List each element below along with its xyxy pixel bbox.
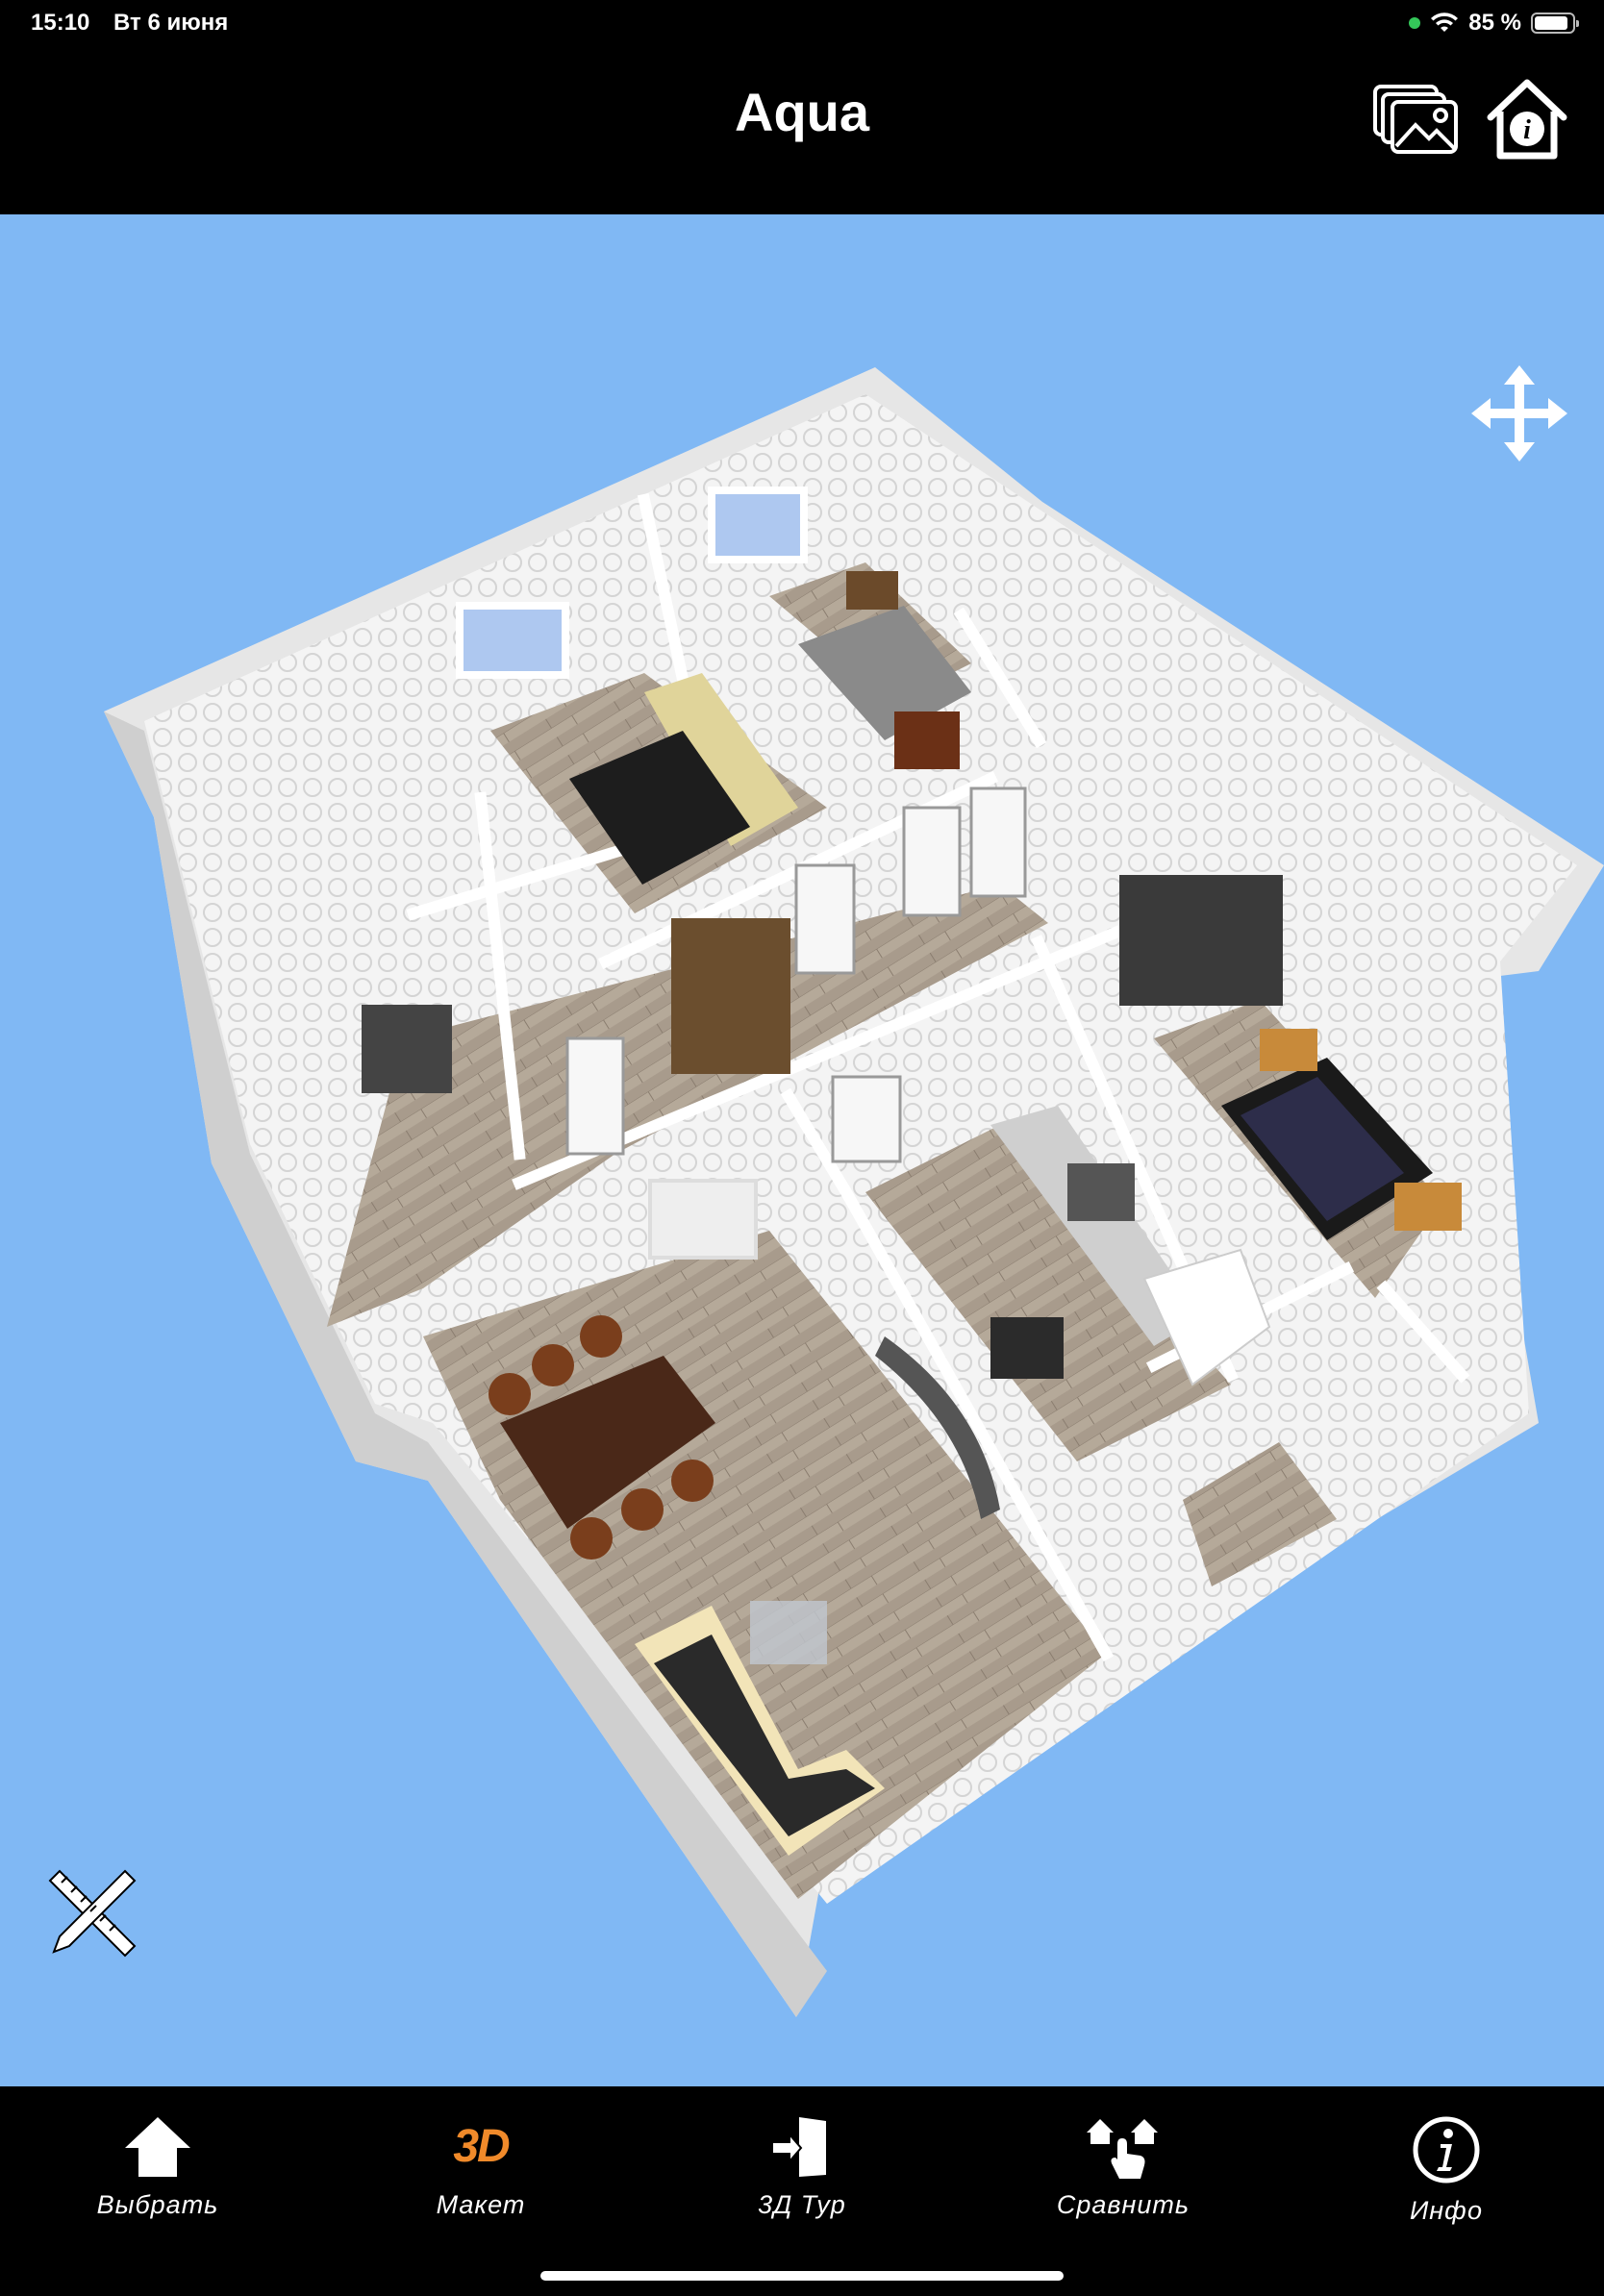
ruler-pencil-icon[interactable] [42, 1863, 142, 1963]
tab-3d-tour-label: 3Д Тур [758, 2190, 846, 2219]
status-right: 85 % [1409, 10, 1579, 37]
svg-text:i: i [1523, 115, 1531, 145]
home-indicator[interactable] [540, 2271, 1064, 2281]
compare-houses-icon [1087, 2119, 1158, 2179]
battery-percent: 85 % [1468, 10, 1521, 36]
tab-3d-tour[interactable]: 3Д Тур [687, 2115, 917, 2259]
gallery-icon[interactable] [1371, 73, 1464, 165]
info-icon [1413, 2116, 1480, 2184]
wardrobe [671, 918, 790, 1074]
camera-in-use-indicator [1409, 17, 1421, 29]
tab-select[interactable]: Выбрать [42, 2115, 273, 2259]
tab-layout-label: Макет [436, 2190, 526, 2219]
door-enter-icon [771, 2117, 826, 2177]
home-arrow-icon [125, 2117, 190, 2177]
3d-viewport[interactable] [0, 214, 1604, 2086]
tab-compare[interactable]: Сравнить [1008, 2115, 1239, 2259]
battery-icon [1531, 12, 1579, 34]
3d-floor-plan-model[interactable] [0, 214, 1604, 2086]
status-time: 15:10 [31, 10, 90, 36]
status-bar: 15:10 Вт 6 июня 85 % [0, 0, 1604, 46]
status-date: Вт 6 июня [113, 10, 229, 36]
bottom-tab-bar: Выбрать 3D Макет 3Д Тур Сравнить Инфо [0, 2086, 1604, 2296]
tab-info[interactable]: Инфо [1331, 2115, 1562, 2259]
tab-compare-label: Сравнить [1056, 2190, 1190, 2219]
wifi-icon [1431, 12, 1459, 32]
3d-icon: 3D [453, 2121, 510, 2172]
tab-layout-3d[interactable]: 3D Макет [365, 2115, 596, 2259]
tab-info-label: Инфо [1409, 2196, 1484, 2225]
page-title: Aqua [735, 82, 869, 142]
clothes-rack [362, 1005, 452, 1093]
move-arrows-icon[interactable] [1469, 363, 1569, 463]
tab-select-label: Выбрать [96, 2190, 219, 2219]
house-info-icon[interactable]: i [1481, 73, 1573, 165]
